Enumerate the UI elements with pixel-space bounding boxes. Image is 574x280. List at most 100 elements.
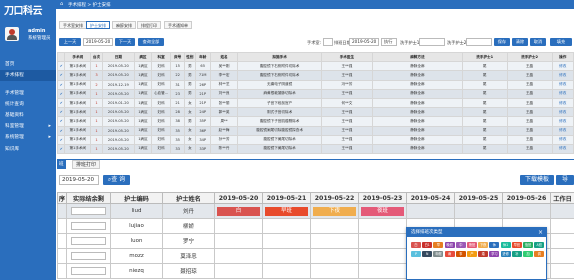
room-input[interactable] [323,38,333,46]
shift-cell[interactable] [214,263,263,279]
edit-link[interactable]: 修改 [551,61,574,72]
sidebar-item-6[interactable]: 系统管理 ▸ [0,132,56,143]
column-header[interactable]: 操作 [551,51,574,63]
balance-cell[interactable] [66,233,111,249]
shift-cell[interactable]: 夜班 [358,203,407,219]
balance-cell[interactable] [66,203,111,219]
balance-cell[interactable] [66,263,111,279]
balance-cell[interactable] [66,218,111,234]
column-header[interactable]: 病区 [133,51,152,63]
row-check-icon[interactable]: ✔ [56,70,66,81]
column-header[interactable]: 手术医生 [320,51,374,63]
column-header[interactable]: 手术间 [64,51,92,63]
shift-cell[interactable] [502,203,551,219]
avatar[interactable] [5,27,19,41]
table-row[interactable]: ✔ 第1手术间 1 2019-05-20 1病区 妇科 38 男 35P 周** 腹腔镜下子宫肌瘤剔… [56,116,574,127]
balance-input[interactable] [71,237,106,245]
tab-4[interactable]: 手术通知单 [164,21,192,29]
table-row[interactable]: ✔ 第1手术间 1 2019-05-20 1病区 妇科 15 男 65 吴**刚 腹腔镜下右侧附件切… [56,61,574,72]
shift-type-chip[interactable]: 补 [511,251,522,257]
sidebar-item-4[interactable]: 基础资料 [0,110,56,121]
prev-day-button[interactable]: 上一天 [59,38,81,46]
cancel-button[interactable]: 取消 [530,38,546,46]
column-header[interactable]: 年龄 [194,51,211,63]
fill-button[interactable]: 填充 [550,38,572,46]
tab-2[interactable]: 麻醉安排 [112,21,136,29]
edit-link[interactable]: 修改 [551,143,574,155]
shift-type-chip[interactable]: 休1 [500,242,511,248]
shift-cell[interactable] [358,233,407,249]
shift-cell[interactable] [262,233,311,249]
tab-1[interactable]: 护士安排 [86,21,110,29]
export-button[interactable]: 导 [556,175,574,185]
shift-type-chip[interactable]: 加 [523,251,533,257]
column-header[interactable]: 麻醉方法 [372,51,463,63]
table-row[interactable]: ✔ 第1手术间 1 2019-05-20 1病区 妇科 28 女 24P 郭**英 阴式子宫切除术王… [56,107,574,118]
shift-type-chip[interactable]: 学习 [489,251,500,257]
column-header[interactable]: 台次 [90,51,103,63]
edit-link[interactable]: 修改 [551,70,574,81]
clear-button[interactable]: 清除 [512,38,528,46]
column-header[interactable]: 姓名 [209,51,239,63]
row-check-icon[interactable]: ✔ [56,79,66,90]
shift-type-chip[interactable]: 白 [411,242,421,248]
tab-3[interactable]: 排程打印 [137,21,161,29]
table-row[interactable]: ✔ 第1手术间 1 2019-05-20 1病区 妇科 35 女 34P 孙**芳 腹腔镜下阑尾切除… [56,134,574,145]
column-header[interactable]: 科室 [150,51,172,63]
column-header[interactable]: 床号 [170,51,186,63]
row-check-icon[interactable]: ✔ [56,61,66,72]
table-row[interactable]: ✔ 第1手术间 1 2019-05-20 1病区 妇科 35 女 36P 赵**梅 腹腔镜阑尾切除腹… [56,125,574,136]
shift-cell[interactable]: 早班 [262,203,311,219]
shift-type-chip[interactable]: 下夜 [478,242,489,248]
column-header[interactable]: 日期 [101,51,135,63]
shift-cell[interactable] [454,203,503,219]
shift-type-chip[interactable]: 婚 [478,251,489,257]
column-header[interactable]: 洗手护士1 [461,51,508,63]
row-check-icon[interactable]: ✔ [56,134,66,145]
shift-type-chip[interactable]: 进修 [500,251,511,257]
shift-type-chip[interactable]: 值班 [523,242,533,248]
shift-badge[interactable]: 早班 [265,206,308,216]
edit-link[interactable]: 修改 [551,134,574,145]
shift-badge[interactable]: 下夜 [313,206,356,216]
shift-cell[interactable] [310,248,359,264]
shift-type-chip[interactable]: 病 [444,251,455,257]
balance-input[interactable] [71,222,106,230]
shift-type-chip[interactable]: 白1 [422,242,433,248]
edit-link[interactable]: 修改 [551,79,574,90]
schedule-date-field[interactable]: 2019-05-20 [59,175,99,185]
nurse-a-input[interactable] [419,38,445,46]
balance-input[interactable] [71,267,106,275]
sidebar-item-0[interactable]: 首页 [0,59,56,70]
row-check-icon[interactable]: ✔ [56,143,66,155]
shift-cell[interactable] [310,263,359,279]
shift-cell[interactable]: 下夜 [310,203,359,219]
row-check-icon[interactable]: ✔ [56,116,66,127]
shift-cell[interactable] [262,218,311,234]
close-icon[interactable]: × [538,228,543,237]
tab-0[interactable]: 手术室安排 [59,21,87,29]
shift-type-chip[interactable]: 中 [455,242,466,248]
table-row[interactable]: liud 刘丹白早班 下夜 夜班 [57,203,574,219]
balance-input[interactable] [71,252,106,260]
column-header[interactable]: 性别 [184,51,196,63]
shift-type-chip[interactable]: 早班 [511,242,522,248]
row-check-icon[interactable]: ✔ [56,125,66,136]
shift-cell[interactable] [214,248,263,264]
column-header[interactable]: 拟施手术 [237,51,322,63]
next-day-button[interactable]: 下一天 [115,38,135,46]
sidebar-item-2[interactable]: 手术管理 [0,88,56,99]
sidebar-item-1[interactable]: 手术排程 [0,70,56,81]
shift-type-chip[interactable]: 休 [489,242,500,248]
status-select[interactable]: 执行 [381,38,397,46]
table-row[interactable]: ✔ 第1手术间 1 2019-05-20 1病区 妇科 33 女 33P 陈**丹 腹腔镜下阑尾切除… [56,143,574,155]
nurse-b-input[interactable] [466,38,492,46]
shift-type-chip[interactable]: 事 [455,251,466,257]
tab-schedule-print[interactable]: 排班打印 [72,160,101,169]
shift-type-chip[interactable]: 产 [467,251,477,257]
edit-link[interactable]: 修改 [551,107,574,118]
home-icon[interactable]: ⌂ [60,1,63,7]
download-template-button[interactable]: 下载模板 [520,175,554,185]
shift-cell[interactable] [358,248,407,264]
column-header[interactable]: 洗手护士2 [506,51,553,63]
